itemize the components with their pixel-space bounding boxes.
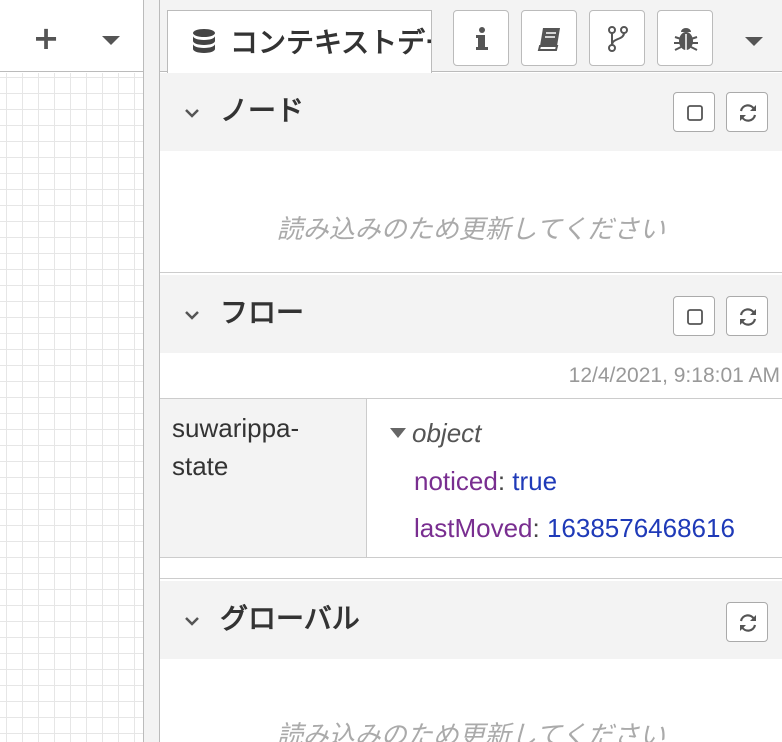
section-flow-header[interactable]: フロー <box>160 275 782 353</box>
square-icon <box>687 309 703 325</box>
context-key-cell: suwarippa-state <box>160 399 367 557</box>
chevron-down-icon <box>745 37 763 46</box>
property-separator: : <box>532 513 547 543</box>
flow-context-timestamp: 12/4/2021, 9:18:01 AM <box>568 364 780 387</box>
sidebar-tab-menu-button[interactable] <box>736 22 772 58</box>
database-icon <box>193 29 215 53</box>
node-select-button[interactable] <box>673 92 715 132</box>
node-empty-message: 読み込みのため更新してください <box>276 215 666 245</box>
sidebar-tab-bar: コンテキストデータ <box>160 0 782 73</box>
refresh-icon <box>739 308 757 326</box>
property-key: lastMoved <box>414 513 533 543</box>
workspace-canvas[interactable] <box>0 73 143 742</box>
flow-context-table: suwarippa-state object noticed: true las… <box>160 398 782 558</box>
property-key: noticed <box>414 466 498 496</box>
square-icon <box>687 105 703 121</box>
flow-select-button[interactable] <box>673 296 715 336</box>
sidebar-resize-handle[interactable] <box>143 0 160 742</box>
property-separator: : <box>497 466 513 496</box>
chevron-down-icon <box>185 109 199 118</box>
branch-icon <box>608 26 628 52</box>
bug-icon <box>674 28 698 51</box>
sidebar: コンテキストデータ <box>160 0 782 742</box>
flow-list-menu-button[interactable] <box>96 20 126 56</box>
workspace-toolbar: + <box>0 0 143 72</box>
add-flow-button[interactable]: + <box>30 20 62 56</box>
section-title: ノード <box>220 94 305 127</box>
tab-debug[interactable] <box>657 10 713 66</box>
chevron-down-icon <box>102 36 120 45</box>
refresh-icon <box>739 614 757 632</box>
tab-label: コンテキストデータ <box>230 26 431 59</box>
divider <box>160 272 782 273</box>
chevron-down-icon <box>185 311 199 320</box>
divider <box>160 578 782 579</box>
context-value-cell: object noticed: true lastMoved: 16385764… <box>368 399 782 557</box>
tab-context-data[interactable]: コンテキストデータ <box>167 10 432 73</box>
global-refresh-button[interactable] <box>726 602 768 642</box>
flow-refresh-button[interactable] <box>726 296 768 336</box>
section-global-header[interactable]: グローバル <box>160 581 782 659</box>
workspace: + <box>0 0 143 742</box>
property-value: true <box>512 466 558 496</box>
object-property: noticed: true <box>414 463 557 499</box>
book-icon <box>537 28 560 51</box>
node-refresh-button[interactable] <box>726 92 768 132</box>
tab-version-control[interactable] <box>589 10 645 66</box>
info-icon <box>476 27 488 50</box>
section-title: フロー <box>220 296 305 329</box>
object-type-label: object <box>412 418 482 448</box>
section-title: グローバル <box>220 602 360 635</box>
tab-info[interactable] <box>453 10 509 66</box>
object-property: lastMoved: 1638576468616 <box>414 510 735 546</box>
property-value: 1638576468616 <box>546 513 735 543</box>
refresh-icon <box>739 104 757 122</box>
chevron-down-icon <box>185 617 199 626</box>
global-empty-message: 読み込みのため更新してください <box>276 721 666 742</box>
section-node-header[interactable]: ノード <box>160 73 782 151</box>
tab-help[interactable] <box>521 10 577 66</box>
caret-down-icon <box>390 428 406 439</box>
context-key: suwarippa-state <box>172 413 300 481</box>
object-expander[interactable]: object <box>390 415 481 451</box>
